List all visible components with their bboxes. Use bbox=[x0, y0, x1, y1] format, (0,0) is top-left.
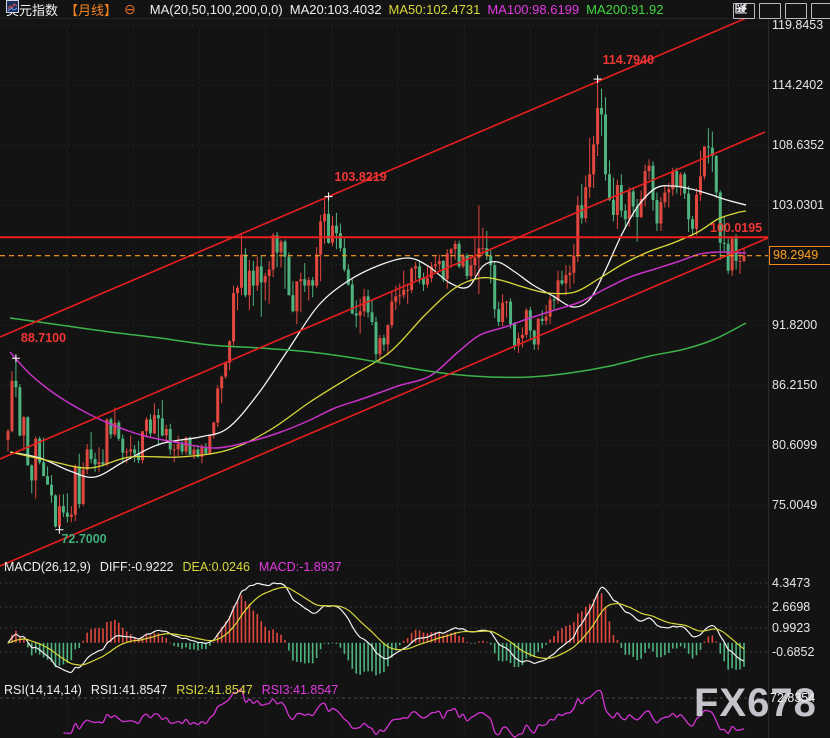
y-axis-label: 86.2150 bbox=[772, 378, 817, 392]
price-annotation-level-label: 100.0195 bbox=[710, 221, 762, 235]
macd-title: MACD(26,12,9) bbox=[4, 560, 91, 574]
macd-axis-label: -0.6852 bbox=[772, 645, 814, 659]
price-annotation-low-2011: 72.7000 bbox=[61, 532, 106, 546]
rsi-title: RSI(14,14,14) bbox=[4, 683, 82, 697]
scale-axis-right-icon[interactable] bbox=[785, 3, 807, 19]
ma50-value: MA50:102.4731 bbox=[389, 2, 481, 17]
trading-chart-window: 美元指数 【月线】 ⊖ MA(20,50,100,200,0,0) MA20:1… bbox=[0, 0, 830, 738]
price-annotation-high-2017: 103.8219 bbox=[335, 170, 387, 184]
chart-toolbar bbox=[733, 3, 830, 19]
macd-dea-value: DEA:0.0246 bbox=[182, 560, 249, 574]
rsi2-value: RSI2:41.8547 bbox=[176, 683, 252, 697]
price-annotation-high-2010: 88.7100 bbox=[21, 331, 66, 345]
macd-value: MACD:-1.8937 bbox=[259, 560, 342, 574]
y-axis-label: 75.0049 bbox=[772, 498, 817, 512]
macd-axis-label: 4.3473 bbox=[772, 576, 810, 590]
y-axis-label: 103.0301 bbox=[772, 198, 824, 212]
y-axis-label: 119.8453 bbox=[772, 18, 823, 32]
ma20-value: MA20:103.4032 bbox=[290, 2, 382, 17]
rsi-grid-label: 72.8354 bbox=[770, 691, 815, 705]
y-axis-label: 108.6352 bbox=[772, 138, 824, 152]
rsi3-value: RSI3:41.8547 bbox=[262, 683, 338, 697]
macd-label-row[interactable]: MACD(26,12,9) DIFF:-0.9222 DEA:0.0246 MA… bbox=[4, 560, 342, 574]
rsi1-value: RSI1:41.8547 bbox=[91, 683, 167, 697]
chart-header: 美元指数 【月线】 ⊖ MA(20,50,100,200,0,0) MA20:1… bbox=[6, 0, 663, 19]
circle-minus-icon[interactable]: ⊖ bbox=[124, 3, 136, 16]
macd-diff-value: DIFF:-0.9222 bbox=[100, 560, 174, 574]
price-annotation-high-2022: 114.7940 bbox=[603, 53, 654, 67]
chart-canvas[interactable] bbox=[0, 0, 830, 738]
rsi-label-row[interactable]: RSI(14,14,14) RSI1:41.8547 RSI2:41.8547 … bbox=[4, 683, 338, 697]
macd-axis-label: 2.6698 bbox=[772, 600, 810, 614]
pan-right-icon[interactable] bbox=[811, 3, 830, 19]
y-axis-label: 80.6099 bbox=[772, 438, 817, 452]
scale-axis-left-icon[interactable] bbox=[759, 3, 781, 19]
ma-settings-label: MA(20,50,100,200,0,0) bbox=[150, 2, 283, 17]
y-axis-label: 91.8200 bbox=[772, 318, 817, 332]
ma200-value: MA200:91.92 bbox=[586, 2, 663, 17]
timeframe-label[interactable]: 【月线】 bbox=[65, 0, 117, 19]
current-price-box: 98.2949 bbox=[769, 246, 830, 265]
macd-axis-label: 0.9923 bbox=[772, 621, 810, 635]
y-axis-label: 114.2402 bbox=[772, 78, 823, 92]
ma100-value: MA100:98.6199 bbox=[487, 2, 579, 17]
